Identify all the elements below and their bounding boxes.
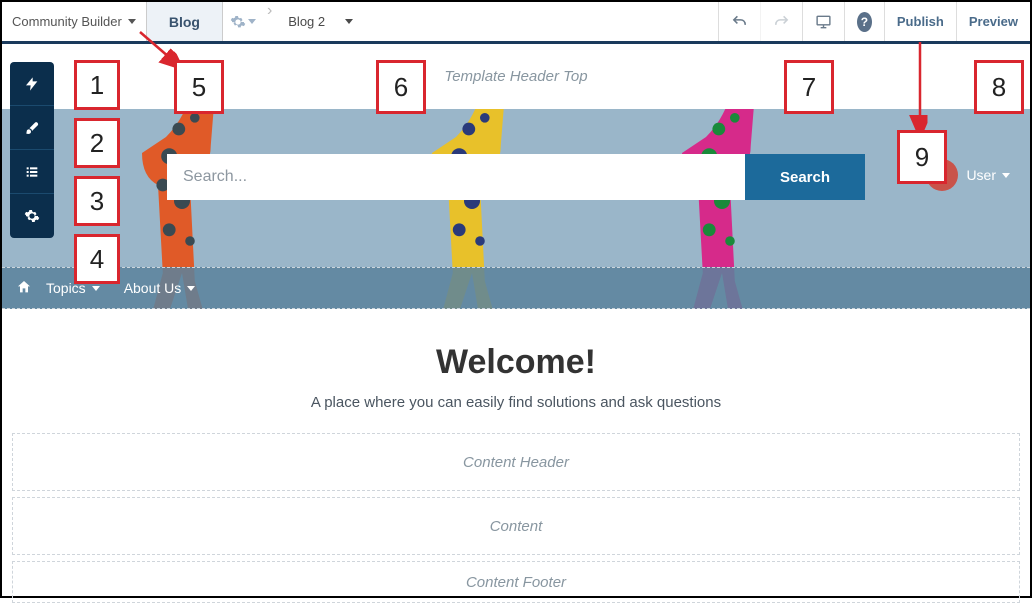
nav-bar: Topics About Us: [2, 267, 1030, 309]
search-input[interactable]: [167, 154, 745, 200]
redo-button[interactable]: [760, 2, 802, 41]
brush-icon: [24, 120, 40, 136]
gear-icon: [24, 208, 40, 224]
app-switcher[interactable]: Community Builder: [2, 2, 146, 41]
home-icon[interactable]: [16, 279, 32, 298]
redo-icon: [773, 13, 790, 31]
top-bar: Community Builder Blog › Blog 2 ? Publis…: [2, 2, 1030, 44]
caret-down-icon: [248, 19, 256, 24]
help-button[interactable]: ?: [844, 2, 884, 41]
callout-8: 8: [974, 60, 1024, 114]
theme-button[interactable]: [10, 106, 54, 150]
callout-9: 9: [897, 130, 947, 184]
callout-4: 4: [74, 234, 120, 284]
publish-button[interactable]: Publish: [884, 2, 956, 41]
page-properties-button[interactable]: [223, 2, 263, 41]
caret-down-icon: [128, 19, 136, 24]
callout-2: 2: [74, 118, 120, 168]
undo-icon: [731, 13, 748, 31]
nav-about[interactable]: About Us: [124, 280, 196, 296]
desktop-icon: [815, 13, 832, 31]
left-toolbar: [10, 62, 54, 238]
caret-down-icon: [187, 286, 195, 291]
view-mode-button[interactable]: [802, 2, 844, 41]
content-footer-slot[interactable]: Content Footer: [12, 561, 1020, 603]
template-header-top-slot[interactable]: Template Header Top: [2, 44, 1030, 109]
content-header-slot[interactable]: Content Header: [12, 433, 1020, 491]
subpage-selector[interactable]: Blog 2: [276, 2, 365, 41]
lightning-icon: [24, 76, 40, 92]
page-structure-button[interactable]: [10, 150, 54, 194]
caret-down-icon: [92, 286, 100, 291]
search-bar: Search: [167, 154, 865, 200]
caret-down-icon: [1002, 173, 1010, 178]
callout-5: 5: [174, 60, 224, 114]
welcome-title: Welcome!: [22, 343, 1010, 382]
content-slot[interactable]: Content: [12, 497, 1020, 555]
undo-button[interactable]: [718, 2, 760, 41]
gear-icon: [230, 14, 246, 30]
user-label: User: [966, 167, 996, 183]
page-label: Blog: [169, 14, 200, 30]
builder-canvas: Template Header Top Search User Topics: [2, 44, 1030, 603]
search-button[interactable]: Search: [745, 154, 865, 200]
hero-region: Search User Topics About Us: [2, 109, 1030, 309]
subpage-label: Blog 2: [288, 14, 325, 29]
help-icon: ?: [857, 12, 872, 32]
callout-6: 6: [376, 60, 426, 114]
app-name-label: Community Builder: [12, 14, 122, 29]
components-button[interactable]: [10, 62, 54, 106]
welcome-region: Welcome! A place where you can easily fi…: [2, 309, 1030, 433]
page-selector[interactable]: Blog: [146, 2, 223, 41]
callout-3: 3: [74, 176, 120, 226]
callout-7: 7: [784, 60, 834, 114]
caret-down-icon: [345, 19, 353, 24]
breadcrumb-separator: ›: [263, 2, 276, 41]
preview-button[interactable]: Preview: [956, 2, 1030, 41]
list-icon: [24, 164, 40, 180]
callout-1: 1: [74, 60, 120, 110]
welcome-subtitle: A place where you can easily find soluti…: [22, 394, 1010, 411]
settings-button[interactable]: [10, 194, 54, 238]
